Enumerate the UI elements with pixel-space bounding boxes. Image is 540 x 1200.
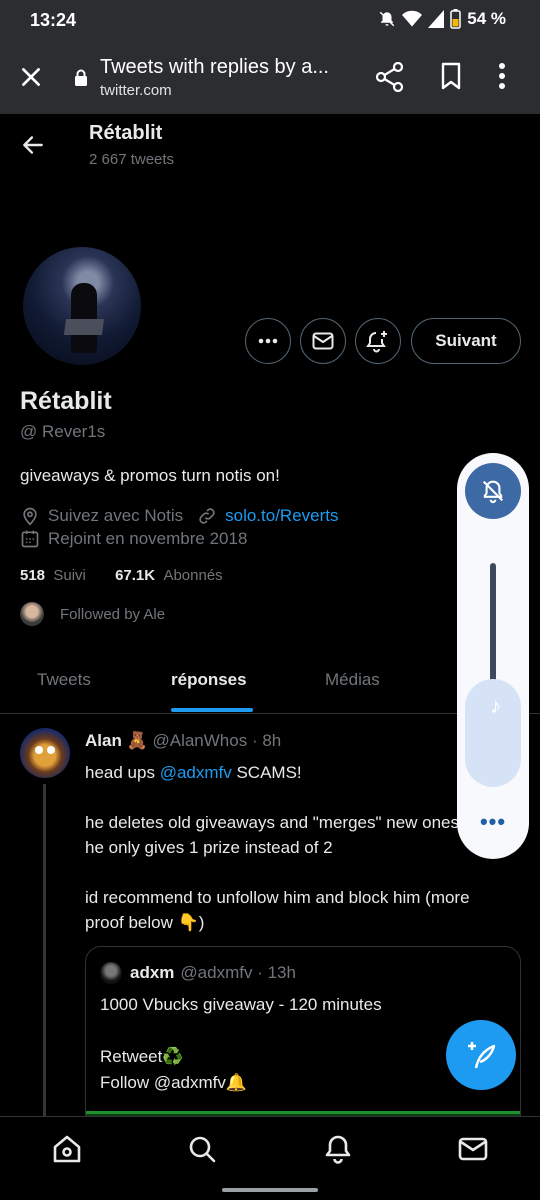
profile-joined: Rejoint en novembre 2018 — [48, 529, 248, 548]
tweet-author-avatar[interactable] — [20, 728, 70, 778]
share-icon[interactable] — [376, 62, 404, 92]
profile-meta-row: Suivez avec Notis solo.to/Reverts — [20, 506, 339, 526]
back-arrow-icon[interactable] — [20, 132, 46, 158]
tweet-time[interactable]: · 8h — [252, 731, 281, 750]
status-time: 13:24 — [30, 10, 77, 30]
envelope-icon — [312, 332, 334, 350]
bell-off-icon — [482, 480, 504, 504]
profile-link[interactable]: solo.to/Reverts — [225, 506, 338, 526]
follow-stats: 518 Suivi 67.1K Abonnés — [20, 567, 223, 584]
status-icons: 54 % — [378, 9, 506, 29]
quoted-author-name: adxm — [130, 963, 175, 982]
more-vert-icon[interactable] — [498, 62, 506, 90]
notifications-button[interactable] — [355, 318, 401, 364]
browser-toolbar: Tweets with replies by a... twitter.com — [0, 40, 540, 114]
music-note-icon: ♪ — [490, 693, 501, 718]
gesture-home-bar[interactable] — [222, 1188, 318, 1192]
home-icon[interactable] — [51, 1133, 83, 1165]
wifi-icon — [402, 10, 423, 27]
search-icon[interactable] — [186, 1133, 218, 1165]
tab-replies[interactable]: réponses — [171, 670, 247, 690]
link-icon — [199, 508, 215, 524]
more-horiz-icon — [258, 338, 278, 344]
bell-plus-icon — [366, 331, 387, 353]
quoted-tweet-text: 1000 Vbucks giveaway - 120 minutes Retwe… — [100, 995, 382, 1092]
profile-name: Rétablit — [20, 387, 112, 415]
page-title: Tweets with replies by a... — [100, 56, 329, 78]
active-tab-indicator — [171, 708, 253, 712]
header-profile-name: Rétablit — [89, 122, 163, 144]
tweet-author-handle[interactable]: @AlanWhos — [152, 731, 247, 750]
more-options-button[interactable] — [245, 318, 291, 364]
followers-link[interactable]: 67.1K Abonnés — [115, 567, 223, 584]
lock-icon — [75, 69, 87, 86]
mention-link[interactable]: @adxmfv — [160, 763, 232, 782]
tweet-header: Alan 🧸 @AlanWhos · 8h — [85, 731, 281, 751]
messages-icon[interactable] — [457, 1133, 489, 1165]
close-icon[interactable] — [18, 64, 44, 90]
volume-panel: ♪ ••• — [457, 453, 529, 859]
quoted-author-handle: @adxmfv — [180, 963, 253, 982]
following-link[interactable]: 518 Suivi — [20, 567, 86, 584]
tweet-author-name[interactable]: Alan 🧸 — [85, 731, 148, 750]
quoted-author-avatar — [100, 962, 122, 984]
follower-avatar — [20, 602, 44, 626]
page-url[interactable]: twitter.com — [100, 82, 172, 99]
message-button[interactable] — [300, 318, 346, 364]
profile-bio: giveaways & promos turn notis on! — [20, 466, 280, 485]
tab-tweets[interactable]: Tweets — [37, 670, 91, 690]
volume-slider-thumb[interactable]: ♪ — [465, 679, 521, 787]
compose-tweet-button[interactable] — [446, 1020, 516, 1090]
feather-plus-icon — [468, 1042, 496, 1069]
status-bar: 13:24 54 % — [0, 0, 540, 40]
battery-icon — [450, 9, 461, 29]
signal-icon — [428, 10, 445, 28]
quoted-tweet-header: adxm @adxmfv · 13h — [100, 962, 296, 984]
calendar-icon — [21, 530, 39, 548]
followed-by[interactable]: Followed by Ale — [20, 602, 165, 626]
following-button[interactable]: Suivant — [411, 318, 521, 364]
ringer-mute-button[interactable] — [465, 463, 521, 519]
battery-percent: 54 % — [467, 9, 506, 28]
profile-joined-row: Rejoint en novembre 2018 — [20, 529, 247, 549]
profile-location: Suivez avec Notis — [48, 506, 184, 525]
followed-by-text: Followed by Ale — [60, 605, 166, 623]
notifications-icon[interactable] — [322, 1133, 354, 1165]
thread-line — [43, 784, 46, 1116]
bookmark-icon[interactable] — [440, 62, 462, 90]
quoted-tweet-time: · 13h — [257, 963, 296, 982]
profile-handle: @ Rever1s — [20, 422, 106, 441]
location-icon — [23, 507, 37, 526]
profile-avatar[interactable] — [20, 244, 144, 368]
mute-bell-icon — [379, 11, 395, 27]
volume-settings-button[interactable]: ••• — [457, 809, 529, 835]
header-tweet-count: 2 667 tweets — [89, 151, 175, 168]
tab-media[interactable]: Médias — [325, 670, 380, 690]
